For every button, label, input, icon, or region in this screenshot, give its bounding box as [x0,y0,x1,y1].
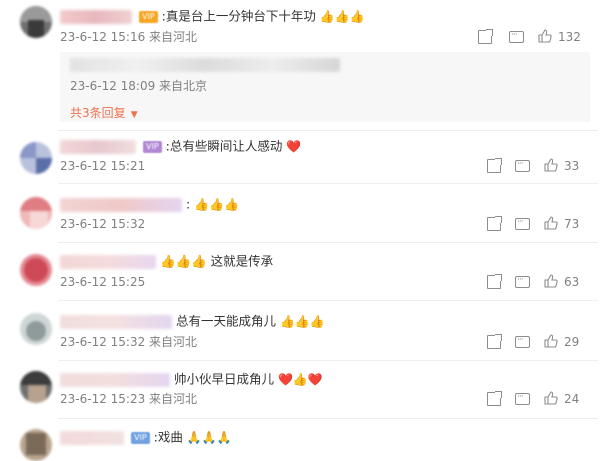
comment-text: 帅小伙早日成角儿 [173,371,274,387]
comment-text: : [185,196,191,212]
comment-meta: 23-6-12 15:23 来自河北 [60,392,198,406]
divider [58,130,598,131]
like-icon [544,158,558,172]
comment-meta: 23-6-12 15:21 [60,159,146,173]
like-count: 73 [564,217,580,231]
like-count: 24 [564,392,580,406]
like-icon [544,391,558,405]
comment-text: :真是台上一分钟台下十年功 [161,8,316,24]
like-count: 29 [564,335,580,349]
comment-meta: 23-6-12 15:32 [60,217,146,231]
like-button[interactable]: 24 [544,391,590,407]
like-icon [544,334,558,348]
like-count: 63 [564,275,580,289]
pray-emoji: 🙏🙏🙏 [186,430,232,445]
comment-text: 总有一天能成角儿 [175,313,276,329]
username-blurred[interactable] [60,139,136,154]
divider [58,418,598,419]
avatar[interactable] [20,142,52,174]
avatar[interactable] [20,254,52,286]
vip-badge: VIP [130,431,150,444]
username-blurred[interactable] [60,372,170,387]
comment-emoji-lead: 👍👍👍 [159,253,207,269]
divider [58,300,598,301]
comment-meta: 23-6-12 15:16 来自河北 [60,30,198,44]
divider [58,183,598,184]
avatar[interactable] [20,371,52,403]
username-blurred[interactable] [60,430,124,445]
vip-badge: VIP [142,140,162,153]
like-button[interactable]: 132 [538,29,590,45]
comment-meta: 23-6-12 15:25 [60,275,146,289]
like-icon [544,274,558,288]
thumbs-up-emoji: 👍👍👍 [279,314,325,329]
like-count: 33 [564,159,580,173]
reply-username-blurred[interactable] [70,58,340,72]
username-blurred[interactable] [60,254,156,269]
comment-text: :总有些瞬间让人感动 [165,138,283,154]
like-count: 132 [558,30,581,44]
comment-text: 这就是传承 [210,253,274,269]
divider [58,242,598,243]
like-button[interactable]: 33 [544,158,590,174]
comment-text: :戏曲 [153,429,183,445]
like-button[interactable]: 29 [544,334,590,350]
heart-thumbs-emoji: ❤️👍❤️ [277,372,323,387]
avatar[interactable] [20,313,52,345]
like-button[interactable]: 63 [544,274,590,290]
like-icon [544,216,558,230]
like-icon [538,29,552,43]
like-button[interactable]: 73 [544,216,590,232]
avatar[interactable] [20,197,52,229]
username-blurred[interactable] [60,9,132,24]
avatar[interactable] [20,429,52,461]
comment-meta: 23-6-12 15:32 来自河北 [60,335,198,349]
vip-badge: VIP [138,10,158,23]
thumbs-up-emoji: 👍👍👍 [194,197,240,212]
view-replies-button[interactable]: 共3条回复 ▼ [70,102,138,121]
heart-emoji: ❤️ [286,139,302,154]
triangle-down-icon: ▼ [130,110,138,120]
divider [58,360,598,361]
reply-meta: 23-6-12 18:09 来自北京 [70,79,208,93]
view-replies-label: 共3条回复 [70,106,126,120]
avatar[interactable] [20,6,52,38]
username-blurred[interactable] [60,314,172,329]
thumbs-up-emoji: 👍👍👍 [319,9,365,24]
username-blurred[interactable] [60,197,182,212]
reply-box: 23-6-12 18:09 来自北京 共3条回复 ▼ [60,52,590,122]
